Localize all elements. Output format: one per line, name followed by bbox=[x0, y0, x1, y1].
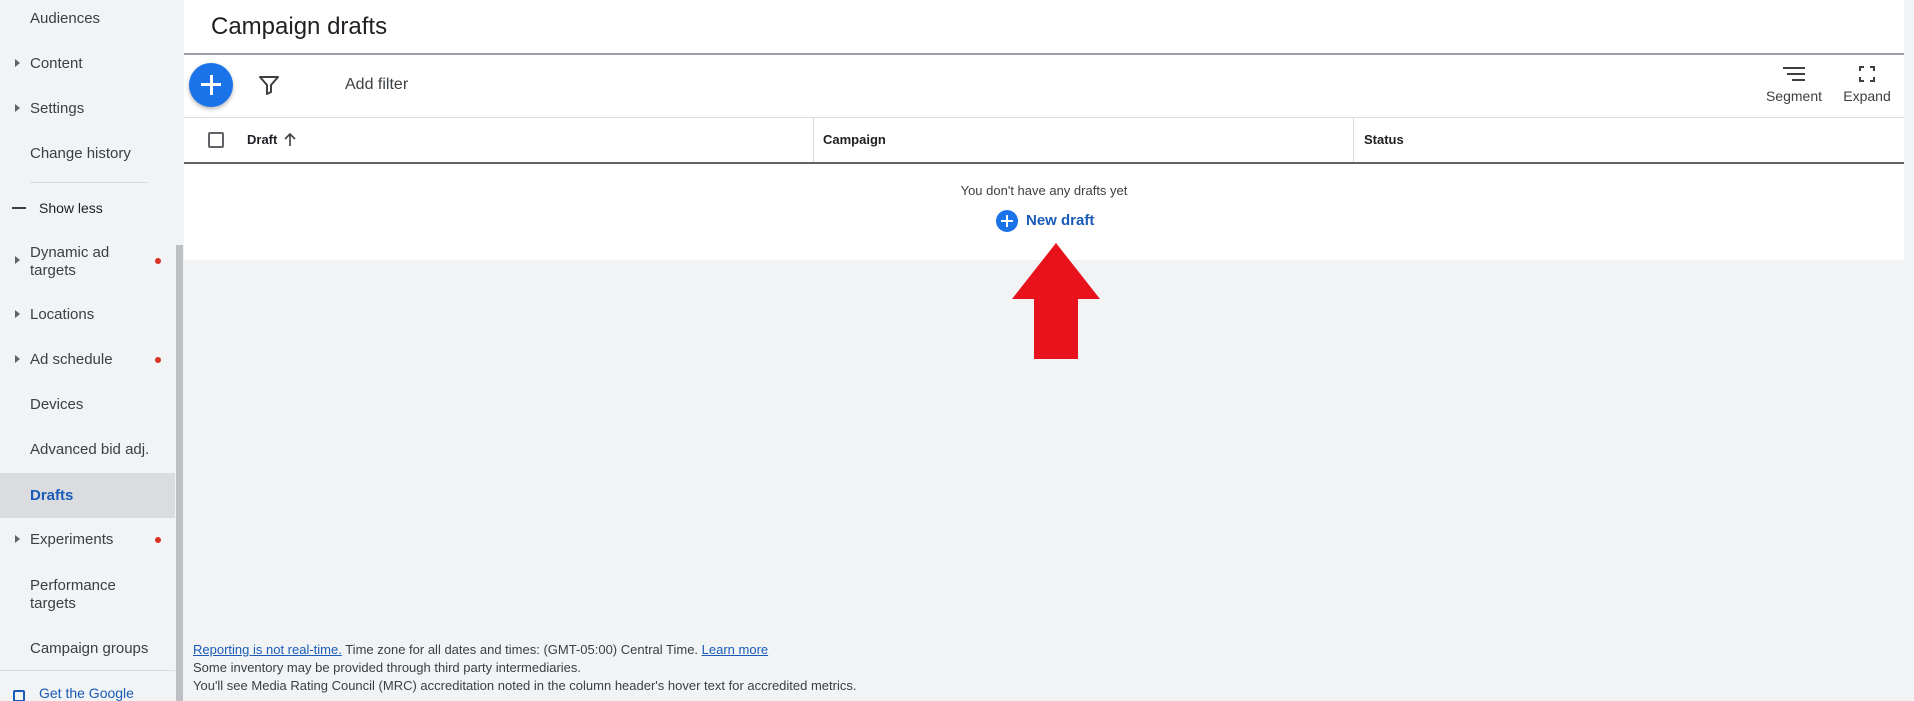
sidebar-item-label: Content bbox=[30, 55, 83, 72]
show-less-label: Show less bbox=[39, 200, 103, 216]
plus-bar bbox=[1006, 215, 1008, 227]
timezone-text: Time zone for all dates and times: (GMT-… bbox=[341, 642, 702, 657]
add-circle-icon bbox=[996, 210, 1018, 232]
learn-more-link[interactable]: Learn more bbox=[702, 642, 768, 657]
footer-line-3: You'll see Media Rating Council (MRC) ac… bbox=[193, 678, 857, 693]
page-title: Campaign drafts bbox=[211, 13, 388, 40]
get-google-link[interactable]: Get the Google bbox=[0, 670, 175, 701]
expand-label: Expand bbox=[1843, 88, 1891, 104]
segment-button[interactable]: Segment bbox=[1754, 66, 1834, 104]
sidebar-item-label: Performance targets bbox=[30, 577, 116, 612]
expand-arrow-icon bbox=[15, 256, 20, 264]
column-separator[interactable] bbox=[813, 118, 814, 162]
segment-icon bbox=[1783, 67, 1805, 81]
empty-state-message: You don't have any drafts yet bbox=[960, 183, 1128, 198]
sidebar-item-campaign-groups[interactable]: Campaign groups bbox=[0, 640, 175, 662]
alert-dot-icon bbox=[155, 537, 161, 543]
sidebar-item-change-history[interactable]: Change history bbox=[0, 145, 175, 167]
column-separator[interactable] bbox=[1353, 118, 1354, 162]
sidebar-item-performance-targets[interactable]: Performance targets bbox=[0, 577, 175, 613]
sidebar-item-advanced-bid-adj[interactable]: Advanced bid adj. bbox=[0, 441, 175, 463]
sidebar-item-label: Devices bbox=[30, 396, 84, 413]
add-draft-button[interactable] bbox=[189, 63, 233, 107]
table-header-divider bbox=[184, 162, 1904, 164]
get-google-label: Get the Google bbox=[39, 685, 134, 701]
expand-arrow-icon bbox=[15, 104, 20, 112]
segment-label: Segment bbox=[1765, 88, 1823, 104]
column-header-campaign[interactable]: Campaign bbox=[823, 132, 886, 147]
drafts-card: Campaign drafts Add filter Segment Expan… bbox=[184, 0, 1904, 260]
add-filter-button[interactable]: Add filter bbox=[345, 76, 408, 94]
toolbar-divider bbox=[184, 117, 1904, 118]
annotation-arrow-icon bbox=[1012, 243, 1100, 359]
sidebar-item-locations[interactable]: Locations bbox=[0, 306, 175, 328]
footer-line-2: Some inventory may be provided through t… bbox=[193, 660, 582, 675]
minus-icon bbox=[12, 207, 26, 209]
fullscreen-icon bbox=[1859, 66, 1875, 82]
expand-button[interactable]: Expand bbox=[1834, 66, 1900, 104]
footer-notice: Reporting is not real-time. Time zone fo… bbox=[193, 641, 856, 695]
sidebar-item-label: Dynamic ad targets bbox=[30, 244, 110, 279]
sidebar-divider bbox=[30, 182, 148, 183]
title-divider bbox=[184, 53, 1904, 55]
expand-arrow-icon bbox=[15, 535, 20, 543]
alert-dot-icon bbox=[155, 258, 161, 264]
new-draft-label: New draft bbox=[1026, 212, 1095, 229]
column-header-status[interactable]: Status bbox=[1364, 132, 1404, 147]
sidebar-item-audiences[interactable]: Audiences bbox=[0, 10, 175, 32]
sort-ascending-icon[interactable] bbox=[284, 133, 296, 147]
select-all-checkbox[interactable] bbox=[208, 132, 224, 148]
sidebar-item-drafts[interactable]: Drafts bbox=[0, 473, 175, 518]
expand-arrow-icon bbox=[15, 355, 20, 363]
filter-icon[interactable] bbox=[258, 75, 280, 95]
sidebar-scrollbar-thumb[interactable] bbox=[176, 245, 183, 701]
alert-dot-icon bbox=[155, 357, 161, 363]
sidebar-item-label: Advanced bid adj. bbox=[30, 441, 150, 458]
expand-arrow-icon bbox=[15, 310, 20, 318]
sidebar-item-label: Experiments bbox=[30, 531, 114, 548]
sidebar-item-label: Audiences bbox=[30, 10, 101, 27]
sidebar-item-experiments[interactable]: Experiments bbox=[0, 531, 175, 553]
app-icon bbox=[13, 690, 25, 701]
plus-icon-stroke bbox=[209, 75, 213, 95]
expand-arrow-icon bbox=[15, 59, 20, 67]
sidebar-item-devices[interactable]: Devices bbox=[0, 396, 175, 418]
column-header-draft[interactable]: Draft bbox=[247, 132, 277, 147]
sidebar-item-label: Ad schedule bbox=[30, 351, 113, 368]
sidebar: Audiences Content Settings Change histor… bbox=[0, 0, 175, 701]
reporting-link[interactable]: Reporting is not real-time. bbox=[193, 642, 342, 657]
sidebar-item-ad-schedule[interactable]: Ad schedule bbox=[0, 351, 175, 373]
sidebar-item-label: Locations bbox=[30, 306, 95, 323]
sidebar-item-settings[interactable]: Settings bbox=[0, 100, 175, 122]
sidebar-item-dynamic-ad-targets[interactable]: Dynamic ad targets bbox=[0, 244, 175, 280]
footer-line-1: Reporting is not real-time. Time zone fo… bbox=[193, 641, 856, 659]
sidebar-item-content[interactable]: Content bbox=[0, 55, 175, 77]
sidebar-item-label: Campaign groups bbox=[30, 640, 149, 657]
sidebar-item-label: Settings bbox=[30, 100, 85, 117]
sidebar-item-label: Change history bbox=[30, 145, 131, 162]
sidebar-item-label: Drafts bbox=[30, 487, 74, 504]
